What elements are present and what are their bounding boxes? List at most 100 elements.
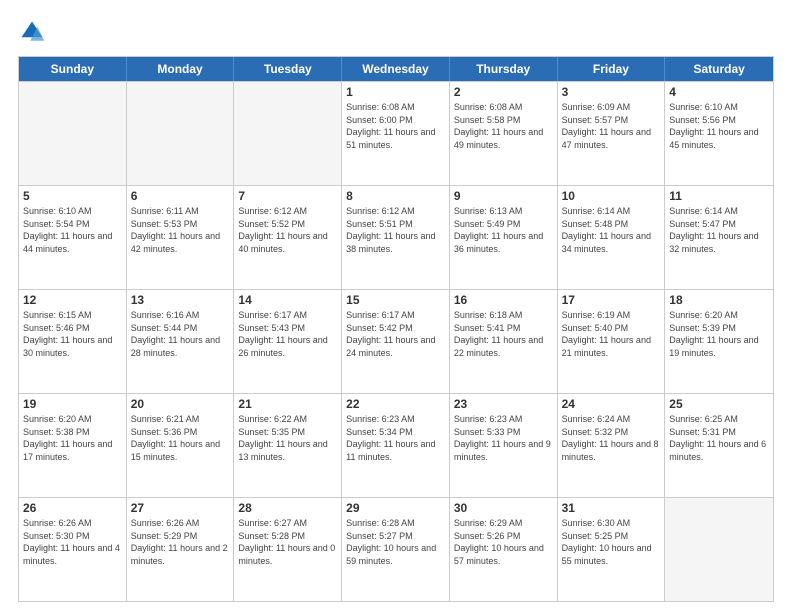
cell-info: Sunrise: 6:16 AM Sunset: 5:44 PM Dayligh…	[131, 309, 230, 359]
calendar-row: 5 Sunrise: 6:10 AM Sunset: 5:54 PM Daylig…	[19, 185, 773, 289]
cell-date-number: 17	[562, 293, 661, 307]
calendar-cell: 13 Sunrise: 6:16 AM Sunset: 5:44 PM Dayli…	[127, 290, 235, 393]
cell-date-number: 20	[131, 397, 230, 411]
cell-info: Sunrise: 6:09 AM Sunset: 5:57 PM Dayligh…	[562, 101, 661, 151]
cell-date-number: 14	[238, 293, 337, 307]
calendar-cell: 14Sunrise: 6:17 AM Sunset: 5:43 PM Dayli…	[234, 290, 342, 393]
cell-info: Sunrise: 6:20 AM Sunset: 5:39 PM Dayligh…	[669, 309, 769, 359]
cell-info: Sunrise: 6:21 AM Sunset: 5:36 PM Dayligh…	[131, 413, 230, 463]
cell-info: Sunrise: 6:18 AM Sunset: 5:41 PM Dayligh…	[454, 309, 553, 359]
calendar-header: SundayMondayTuesdayWednesdayThursdayFrid…	[19, 57, 773, 81]
calendar-header-day: Tuesday	[234, 57, 342, 81]
calendar-header-day: Friday	[558, 57, 666, 81]
cell-date-number: 11	[669, 189, 769, 203]
cell-info: Sunrise: 6:08 AM Sunset: 5:58 PM Dayligh…	[454, 101, 553, 151]
calendar-cell-empty	[234, 82, 342, 185]
calendar-header-day: Thursday	[450, 57, 558, 81]
calendar-cell-empty	[127, 82, 235, 185]
calendar-cell: 7 Sunrise: 6:12 AM Sunset: 5:52 PM Daylig…	[234, 186, 342, 289]
cell-info: Sunrise: 6:12 AM Sunset: 5:51 PM Dayligh…	[346, 205, 445, 255]
cell-date-number: 29	[346, 501, 445, 515]
calendar-cell: 11Sunrise: 6:14 AM Sunset: 5:47 PM Dayli…	[665, 186, 773, 289]
calendar-cell: 16 Sunrise: 6:18 AM Sunset: 5:41 PM Dayli…	[450, 290, 558, 393]
cell-info: Sunrise: 6:20 AM Sunset: 5:38 PM Dayligh…	[23, 413, 122, 463]
calendar-cell: 15 Sunrise: 6:17 AM Sunset: 5:42 PM Dayli…	[342, 290, 450, 393]
cell-date-number: 16	[454, 293, 553, 307]
cell-date-number: 30	[454, 501, 553, 515]
cell-date-number: 13	[131, 293, 230, 307]
calendar-cell: 31Sunrise: 6:30 AM Sunset: 5:25 PM Dayli…	[558, 498, 666, 601]
cell-date-number: 5	[23, 189, 122, 203]
calendar-cell: 29 Sunrise: 6:28 AM Sunset: 5:27 PM Dayli…	[342, 498, 450, 601]
cell-date-number: 3	[562, 85, 661, 99]
calendar-cell: 24Sunrise: 6:24 AM Sunset: 5:32 PM Dayli…	[558, 394, 666, 497]
cell-date-number: 7	[238, 189, 337, 203]
cell-date-number: 25	[669, 397, 769, 411]
cell-date-number: 1	[346, 85, 445, 99]
calendar-cell: 22 Sunrise: 6:23 AM Sunset: 5:34 PM Dayli…	[342, 394, 450, 497]
calendar-cell: 19Sunrise: 6:20 AM Sunset: 5:38 PM Dayli…	[19, 394, 127, 497]
cell-info: Sunrise: 6:26 AM Sunset: 5:29 PM Dayligh…	[131, 517, 230, 567]
calendar-header-day: Saturday	[665, 57, 773, 81]
cell-info: Sunrise: 6:10 AM Sunset: 5:54 PM Dayligh…	[23, 205, 122, 255]
calendar-row: 19Sunrise: 6:20 AM Sunset: 5:38 PM Dayli…	[19, 393, 773, 497]
cell-date-number: 2	[454, 85, 553, 99]
cell-info: Sunrise: 6:22 AM Sunset: 5:35 PM Dayligh…	[238, 413, 337, 463]
calendar-cell: 25 Sunrise: 6:25 AM Sunset: 5:31 PM Dayli…	[665, 394, 773, 497]
calendar-row: 12Sunrise: 6:15 AM Sunset: 5:46 PM Dayli…	[19, 289, 773, 393]
calendar-cell: 27 Sunrise: 6:26 AM Sunset: 5:29 PM Dayli…	[127, 498, 235, 601]
calendar-cell: 1Sunrise: 6:08 AM Sunset: 6:00 PM Daylig…	[342, 82, 450, 185]
calendar-cell: 21 Sunrise: 6:22 AM Sunset: 5:35 PM Dayli…	[234, 394, 342, 497]
calendar-cell: 12Sunrise: 6:15 AM Sunset: 5:46 PM Dayli…	[19, 290, 127, 393]
cell-date-number: 21	[238, 397, 337, 411]
cell-date-number: 15	[346, 293, 445, 307]
calendar-cell: 8 Sunrise: 6:12 AM Sunset: 5:51 PM Daylig…	[342, 186, 450, 289]
cell-date-number: 12	[23, 293, 122, 307]
calendar-cell: 10 Sunrise: 6:14 AM Sunset: 5:48 PM Dayli…	[558, 186, 666, 289]
cell-info: Sunrise: 6:25 AM Sunset: 5:31 PM Dayligh…	[669, 413, 769, 463]
calendar-header-day: Wednesday	[342, 57, 450, 81]
cell-info: Sunrise: 6:23 AM Sunset: 5:34 PM Dayligh…	[346, 413, 445, 463]
cell-info: Sunrise: 6:24 AM Sunset: 5:32 PM Dayligh…	[562, 413, 661, 463]
cell-info: Sunrise: 6:30 AM Sunset: 5:25 PM Dayligh…	[562, 517, 661, 567]
cell-date-number: 27	[131, 501, 230, 515]
cell-info: Sunrise: 6:17 AM Sunset: 5:42 PM Dayligh…	[346, 309, 445, 359]
cell-date-number: 23	[454, 397, 553, 411]
calendar-cell: 4Sunrise: 6:10 AM Sunset: 5:56 PM Daylig…	[665, 82, 773, 185]
calendar-cell: 23Sunrise: 6:23 AM Sunset: 5:33 PM Dayli…	[450, 394, 558, 497]
calendar-cell: 20 Sunrise: 6:21 AM Sunset: 5:36 PM Dayli…	[127, 394, 235, 497]
calendar-cell-empty	[665, 498, 773, 601]
cell-date-number: 26	[23, 501, 122, 515]
calendar-header-day: Sunday	[19, 57, 127, 81]
cell-info: Sunrise: 6:12 AM Sunset: 5:52 PM Dayligh…	[238, 205, 337, 255]
cell-info: Sunrise: 6:28 AM Sunset: 5:27 PM Dayligh…	[346, 517, 445, 567]
logo	[18, 18, 50, 46]
cell-info: Sunrise: 6:14 AM Sunset: 5:48 PM Dayligh…	[562, 205, 661, 255]
cell-date-number: 9	[454, 189, 553, 203]
calendar-cell: 2 Sunrise: 6:08 AM Sunset: 5:58 PM Daylig…	[450, 82, 558, 185]
calendar-cell: 5 Sunrise: 6:10 AM Sunset: 5:54 PM Daylig…	[19, 186, 127, 289]
cell-date-number: 6	[131, 189, 230, 203]
cell-info: Sunrise: 6:13 AM Sunset: 5:49 PM Dayligh…	[454, 205, 553, 255]
calendar-cell: 26 Sunrise: 6:26 AM Sunset: 5:30 PM Dayli…	[19, 498, 127, 601]
cell-date-number: 8	[346, 189, 445, 203]
cell-date-number: 22	[346, 397, 445, 411]
cell-info: Sunrise: 6:11 AM Sunset: 5:53 PM Dayligh…	[131, 205, 230, 255]
cell-info: Sunrise: 6:26 AM Sunset: 5:30 PM Dayligh…	[23, 517, 122, 567]
calendar-cell-empty	[19, 82, 127, 185]
cell-info: Sunrise: 6:19 AM Sunset: 5:40 PM Dayligh…	[562, 309, 661, 359]
calendar-cell: 6 Sunrise: 6:11 AM Sunset: 5:53 PM Daylig…	[127, 186, 235, 289]
cell-info: Sunrise: 6:27 AM Sunset: 5:28 PM Dayligh…	[238, 517, 337, 567]
cell-date-number: 10	[562, 189, 661, 203]
calendar-body: 1Sunrise: 6:08 AM Sunset: 6:00 PM Daylig…	[19, 81, 773, 601]
calendar-cell: 9 Sunrise: 6:13 AM Sunset: 5:49 PM Daylig…	[450, 186, 558, 289]
calendar: SundayMondayTuesdayWednesdayThursdayFrid…	[18, 56, 774, 602]
cell-info: Sunrise: 6:10 AM Sunset: 5:56 PM Dayligh…	[669, 101, 769, 151]
calendar-cell: 28 Sunrise: 6:27 AM Sunset: 5:28 PM Dayli…	[234, 498, 342, 601]
cell-date-number: 18	[669, 293, 769, 307]
calendar-cell: 18 Sunrise: 6:20 AM Sunset: 5:39 PM Dayli…	[665, 290, 773, 393]
calendar-cell: 17 Sunrise: 6:19 AM Sunset: 5:40 PM Dayli…	[558, 290, 666, 393]
cell-date-number: 28	[238, 501, 337, 515]
calendar-cell: 3 Sunrise: 6:09 AM Sunset: 5:57 PM Daylig…	[558, 82, 666, 185]
calendar-row: 1Sunrise: 6:08 AM Sunset: 6:00 PM Daylig…	[19, 81, 773, 185]
